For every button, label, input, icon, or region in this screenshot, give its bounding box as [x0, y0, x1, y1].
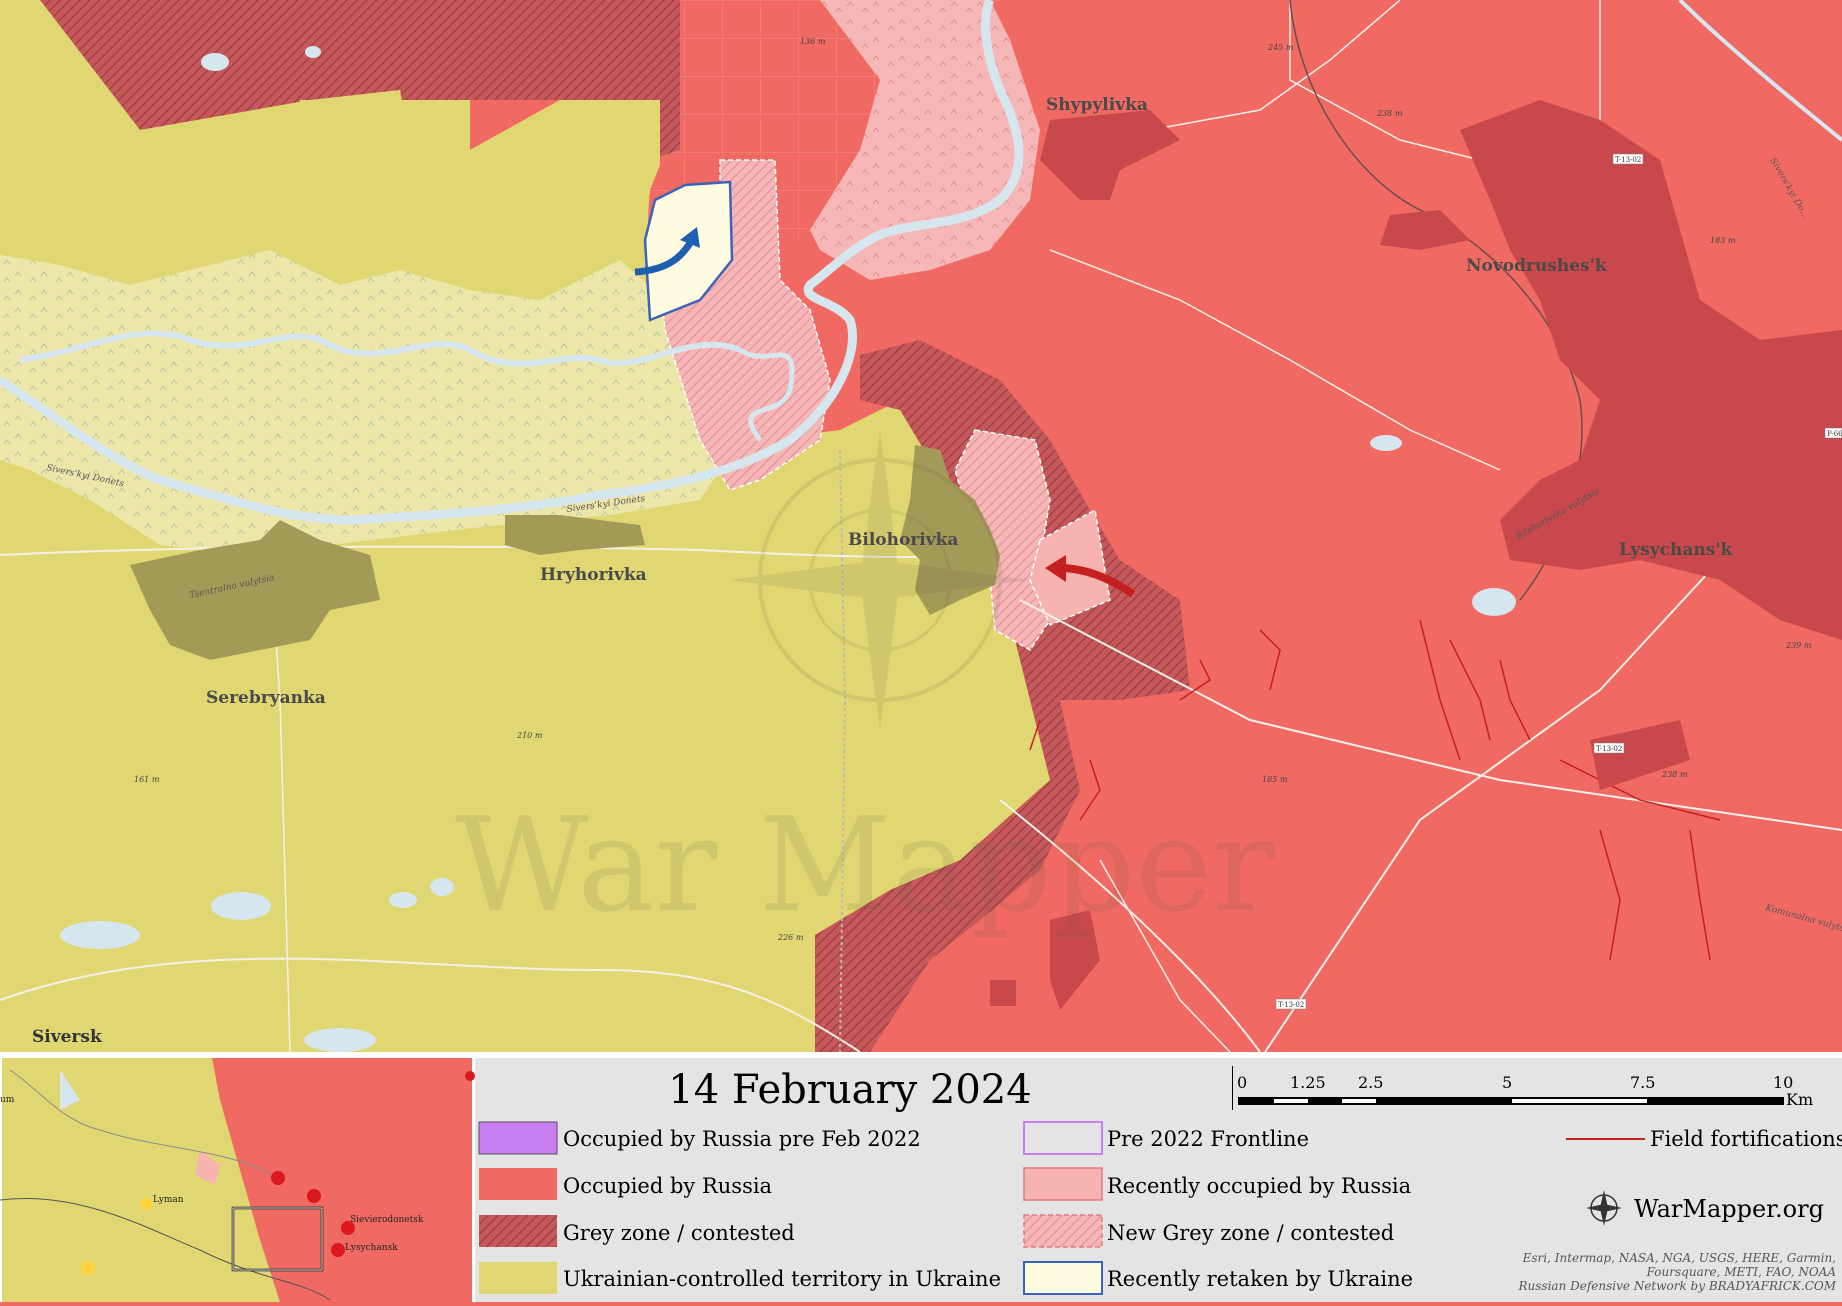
label-siversk: Siversk	[32, 1027, 103, 1047]
road-code: T-13-02	[1615, 156, 1641, 164]
elevation-label: 185 m	[1262, 775, 1288, 784]
swatch-new-grey-zone	[1023, 1214, 1103, 1248]
legend-label-recently-occupied: Recently occupied by Russia	[1107, 1174, 1411, 1198]
scale-label: 0	[1237, 1073, 1247, 1092]
credit-line: Esri, Intermap, NASA, NGA, USGS, HERE, G…	[1522, 1251, 1836, 1265]
legend-label-ukraine: Ukrainian-controlled territory in Ukrain…	[563, 1267, 1001, 1291]
scale-label: 5	[1502, 1073, 1512, 1092]
elevation-label: 238 m	[1661, 770, 1688, 779]
marsh-floodplain	[0, 250, 720, 555]
label-serebryanka: Serebryanka	[206, 688, 326, 708]
brand-name: WarMapper.org	[1634, 1195, 1824, 1223]
legend-label-new-grey-zone: New Grey zone / contested	[1107, 1221, 1394, 1245]
label-shypylivka: Shypylivka	[1046, 95, 1148, 115]
scale-label: 7.5	[1630, 1073, 1655, 1092]
elevation-label: 136 m	[800, 37, 826, 46]
elevation-label: 161 m	[134, 775, 160, 784]
scale-label: 1.25	[1290, 1073, 1326, 1092]
inset-label-lyman: Lyman	[153, 1195, 184, 1205]
scale-unit: Km	[1786, 1090, 1813, 1109]
legend-label-pre-2022-frontline: Pre 2022 Frontline	[1107, 1127, 1309, 1151]
legend-label-occupied: Occupied by Russia	[563, 1174, 772, 1198]
elevation-label: 245 m	[1267, 43, 1294, 52]
elevation-label: 239 m	[1785, 641, 1812, 650]
road-code: T-13-02	[1278, 1001, 1304, 1009]
swatch-ukraine	[479, 1262, 557, 1294]
inset-label: um	[0, 1095, 15, 1105]
swatch-occupied	[479, 1168, 557, 1200]
label-bilohorivka: Bilohorivka	[848, 530, 958, 550]
map-title: 14 February 2024	[668, 1067, 1031, 1113]
swatch-occupied-pre-2022	[478, 1121, 558, 1155]
swatch-retaken	[1023, 1261, 1103, 1295]
label-novodrushesk: Novodrushes'k	[1466, 256, 1608, 276]
scale-label: 2.5	[1358, 1073, 1383, 1092]
label-lysychansk: Lysychans'k	[1619, 540, 1734, 560]
swatch-pre-2022-frontline	[1023, 1121, 1103, 1155]
inset-label-sievierodonetsk: Sievierodonetsk	[350, 1215, 424, 1225]
credit-line: Russian Defensive Network by BRADYAFRICK…	[1518, 1279, 1837, 1293]
svg-text:War Mapper: War Mapper	[455, 789, 1275, 941]
elevation-label: 183 m	[1710, 236, 1736, 245]
road-code: T-13-02	[1596, 745, 1622, 753]
legend-label-field-fortifications: Field fortifications	[1650, 1127, 1842, 1151]
road-code: P-66	[1827, 430, 1842, 438]
inset-map: um Lyman Sievierodonetsk Lysychansk	[0, 1058, 475, 1302]
label-hryhorivka: Hryhorivka	[540, 565, 647, 585]
elevation-label: 226 m	[777, 933, 804, 942]
map-canvas: War Mapper Shypylivka Novodrushes'k Bilo…	[0, 0, 1842, 1302]
elevation-label: 238 m	[1376, 109, 1403, 118]
legend-label-retaken: Recently retaken by Ukraine	[1107, 1267, 1413, 1291]
legend-label-occupied-pre-2022: Occupied by Russia pre Feb 2022	[563, 1127, 921, 1151]
elevation-label: 210 m	[516, 731, 543, 740]
credit-line: Foursquare, METI, FAO, NOAA	[1646, 1265, 1837, 1279]
legend-label-grey-zone: Grey zone / contested	[563, 1221, 795, 1245]
map-root: War Mapper Shypylivka Novodrushes'k Bilo…	[0, 0, 1842, 1302]
swatch-grey-zone	[479, 1215, 557, 1247]
swatch-recently-occupied	[1023, 1167, 1103, 1201]
inset-label-lysychansk: Lysychansk	[345, 1243, 398, 1253]
